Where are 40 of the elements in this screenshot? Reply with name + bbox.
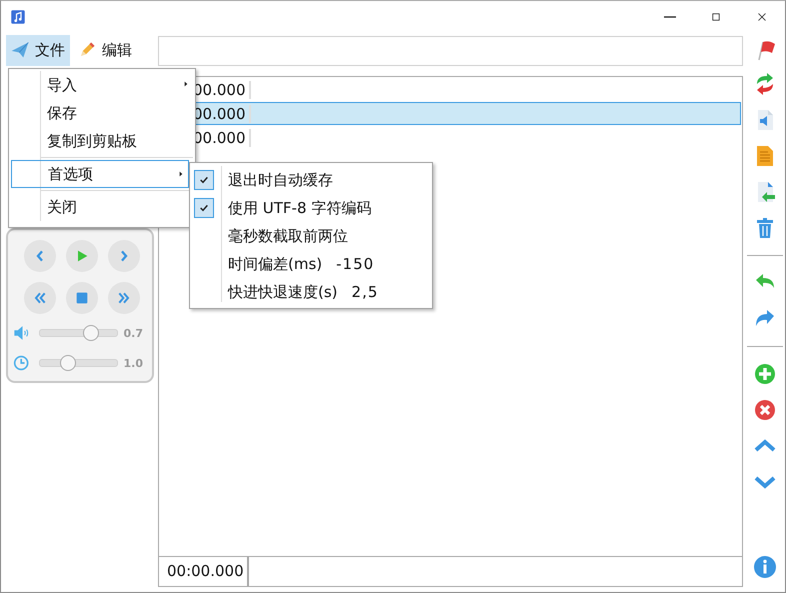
stop-icon	[74, 290, 90, 306]
menu-item[interactable]: 使用 UTF-8 字符编码	[228, 198, 372, 218]
add-icon[interactable]	[753, 362, 777, 386]
slider-track[interactable]	[39, 325, 118, 341]
fast-forward-icon	[116, 290, 132, 306]
volume-icon	[13, 324, 30, 342]
previous-button[interactable]	[24, 240, 56, 272]
minimize-icon	[664, 16, 676, 18]
menu-item[interactable]: 毫秒数截取前两位	[228, 226, 348, 246]
app-icon	[9, 8, 27, 26]
send-icon	[10, 40, 30, 60]
slider-thumb[interactable]	[60, 355, 76, 371]
slider-value: 1.0	[124, 356, 143, 370]
menu-value: -150	[336, 255, 374, 273]
menu-item[interactable]: 快进快退速度(s)	[228, 282, 338, 302]
menu-item[interactable]: 首选项	[11, 160, 189, 188]
slider-thumb[interactable]	[82, 325, 99, 341]
play-button[interactable]	[66, 240, 98, 272]
submenu-arrow-icon	[177, 170, 185, 178]
fast-forward-button[interactable]	[108, 282, 140, 314]
text-field[interactable]	[158, 36, 743, 66]
file-menu[interactable]: 文件	[6, 34, 70, 66]
time-field[interactable]: 00:00.000	[159, 557, 249, 586]
remove-icon[interactable]	[753, 398, 777, 422]
slider-track[interactable]	[39, 355, 118, 371]
submenu-arrow-icon	[182, 80, 190, 88]
info-icon[interactable]	[753, 555, 777, 579]
edit-menu[interactable]: 编辑	[73, 34, 137, 66]
next-button[interactable]	[108, 240, 140, 272]
clock-icon	[13, 354, 30, 372]
checkbox[interactable]	[194, 198, 214, 218]
stop-button[interactable]	[66, 282, 98, 314]
menu-item[interactable]: 时间偏差(ms)	[228, 254, 322, 274]
rewind-icon	[32, 290, 48, 306]
menu-item[interactable]: 关闭	[11, 193, 193, 221]
slider-value: 0.7	[124, 326, 143, 340]
checkbox[interactable]	[194, 170, 214, 190]
menu-item[interactable]: 退出时自动缓存	[228, 170, 333, 190]
rewind-button[interactable]	[24, 282, 56, 314]
menu-value: 2,5	[352, 283, 378, 301]
